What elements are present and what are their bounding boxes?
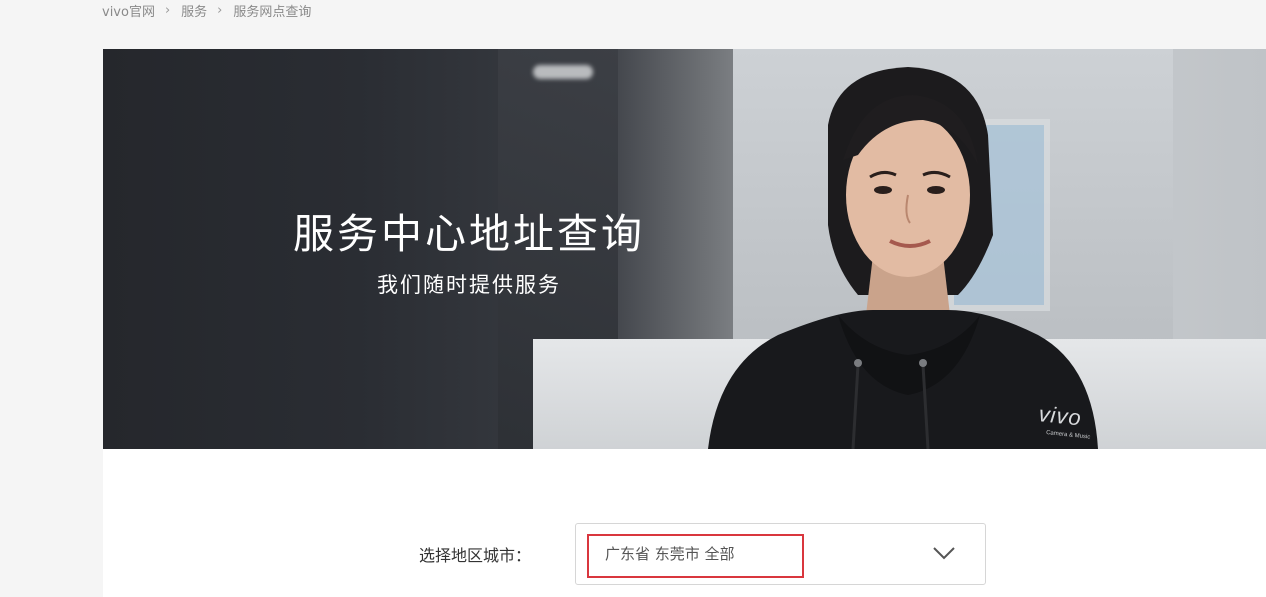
hero-text: 服务中心地址查询 我们随时提供服务 [103,209,835,299]
region-select[interactable]: 广东省 东莞市 全部 [575,523,986,585]
chevron-down-icon[interactable] [932,545,956,561]
hoodie-logo: vivo [1037,401,1083,430]
breadcrumb: vivo官网 › 服务 › 服务网点查询 [102,0,311,20]
region-selected-value: 广东省 东莞市 全部 [605,545,735,563]
hero-background-light [533,65,593,79]
breadcrumb-item-home[interactable]: vivo官网 [102,1,155,20]
chevron-right-icon: › [164,2,171,18]
search-section: 选择地区城市： 广东省 东莞市 全部 [103,449,1266,597]
page: vivo官网 › 服务 › 服务网点查询 vivo Camera & Music… [0,0,1266,597]
chevron-right-icon: › [217,2,223,18]
hero-banner: vivo Camera & Music 服务中心地址查询 我们随时提供服务 [103,49,1266,449]
hero-title: 服务中心地址查询 [293,210,645,258]
breadcrumb-item-service[interactable]: 服务 [181,1,207,20]
hero-subtitle: 我们随时提供服务 [377,273,561,297]
region-label: 选择地区城市： [419,546,532,565]
breadcrumb-item-current: 服务网点查询 [233,4,312,20]
